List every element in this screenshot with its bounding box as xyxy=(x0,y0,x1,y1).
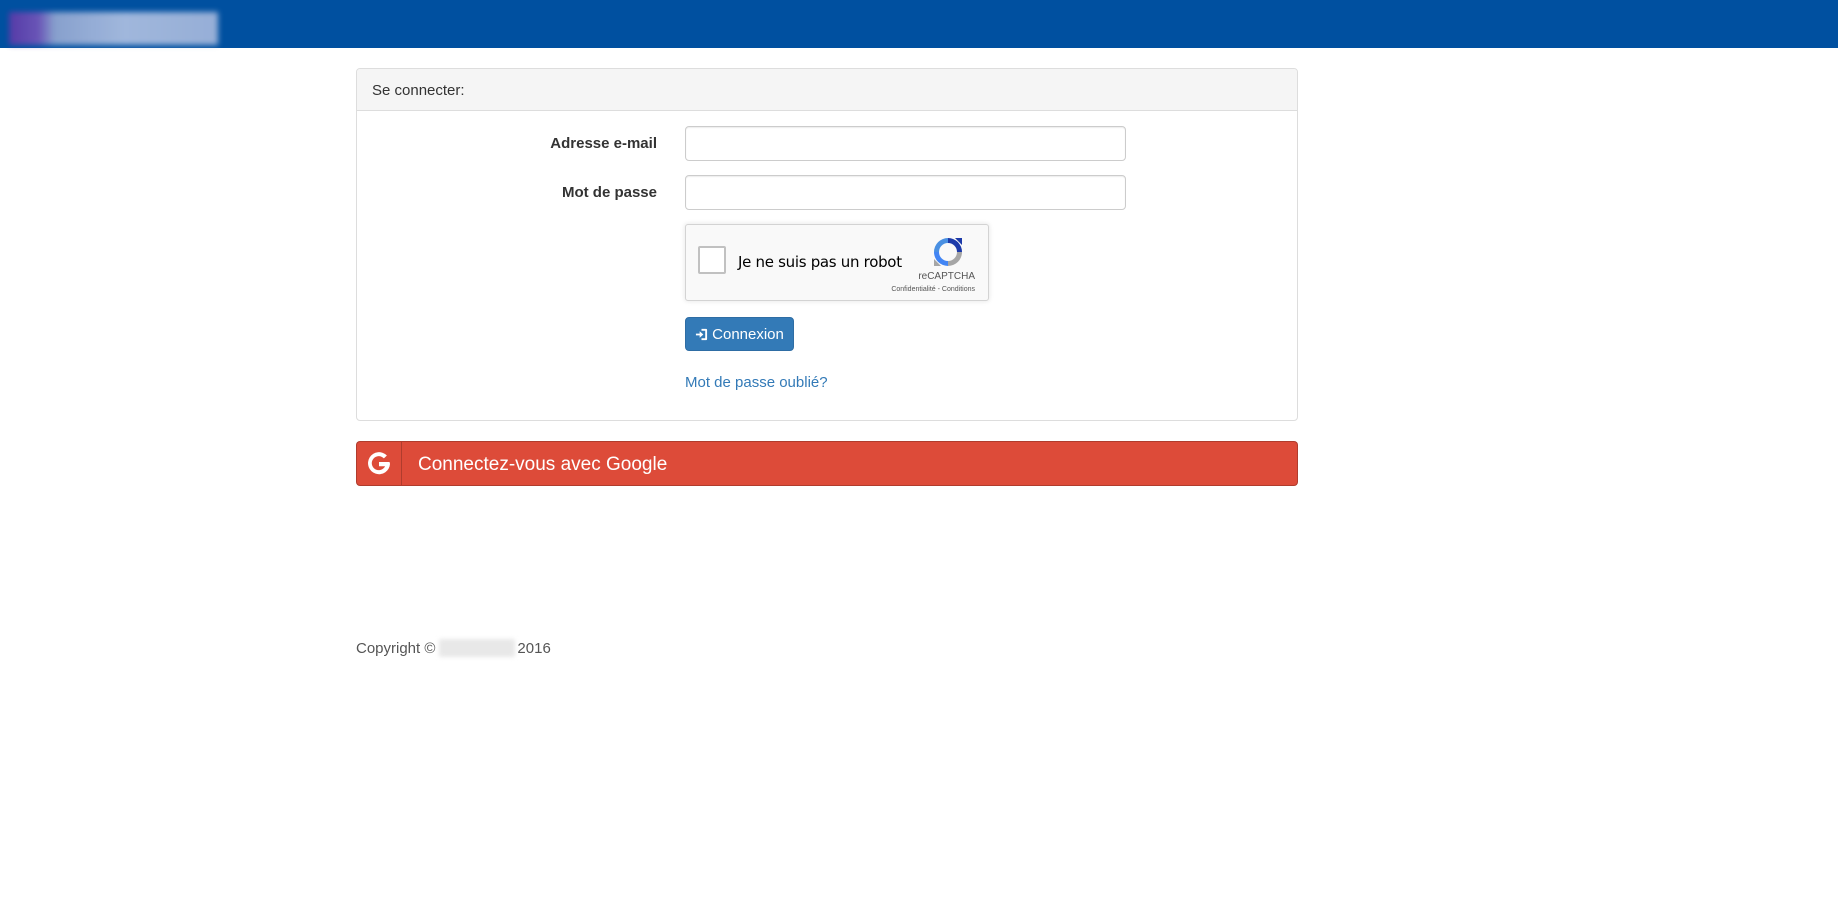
login-panel: Se connecter: Adresse e-mail Mot de pass… xyxy=(356,68,1298,421)
recaptcha-logo-icon xyxy=(934,238,962,266)
sign-in-icon xyxy=(696,328,708,340)
password-field[interactable] xyxy=(685,175,1126,210)
copyright-year: 2016 xyxy=(517,639,551,657)
google-icon xyxy=(368,451,390,474)
top-navbar xyxy=(0,0,1838,48)
redacted-company-name xyxy=(439,639,516,657)
email-label: Adresse e-mail xyxy=(550,135,657,152)
recaptcha-label: Je ne suis pas un robot xyxy=(738,253,902,271)
login-form: Adresse e-mail Mot de passe Je ne suis p… xyxy=(357,111,1297,421)
google-signin-button[interactable]: Connectez-vous avec Google xyxy=(356,441,1298,486)
login-button-label: Connexion xyxy=(712,325,784,343)
recaptcha-checkbox[interactable] xyxy=(698,246,726,274)
recaptcha-brand: reCAPTCHA xyxy=(918,271,975,282)
login-button[interactable]: Connexion xyxy=(685,317,794,351)
footer-copyright: Copyright © 2016 xyxy=(356,639,551,657)
google-signin-label: Connectez-vous avec Google xyxy=(418,454,668,475)
google-icon-wrap xyxy=(357,442,402,485)
panel-heading: Se connecter: xyxy=(357,69,1297,111)
recaptcha-widget: Je ne suis pas un robot reCAPTCHA Confid… xyxy=(685,224,989,301)
copyright-prefix: Copyright © xyxy=(356,639,436,657)
main-container: Se connecter: Adresse e-mail Mot de pass… xyxy=(356,68,1298,486)
email-field[interactable] xyxy=(685,126,1126,161)
forgot-password-link[interactable]: Mot de passe oublié? xyxy=(685,374,828,391)
recaptcha-privacy-links[interactable]: Confidentialité - Conditions xyxy=(891,286,975,293)
site-logo[interactable] xyxy=(9,12,218,45)
password-label: Mot de passe xyxy=(561,184,657,201)
